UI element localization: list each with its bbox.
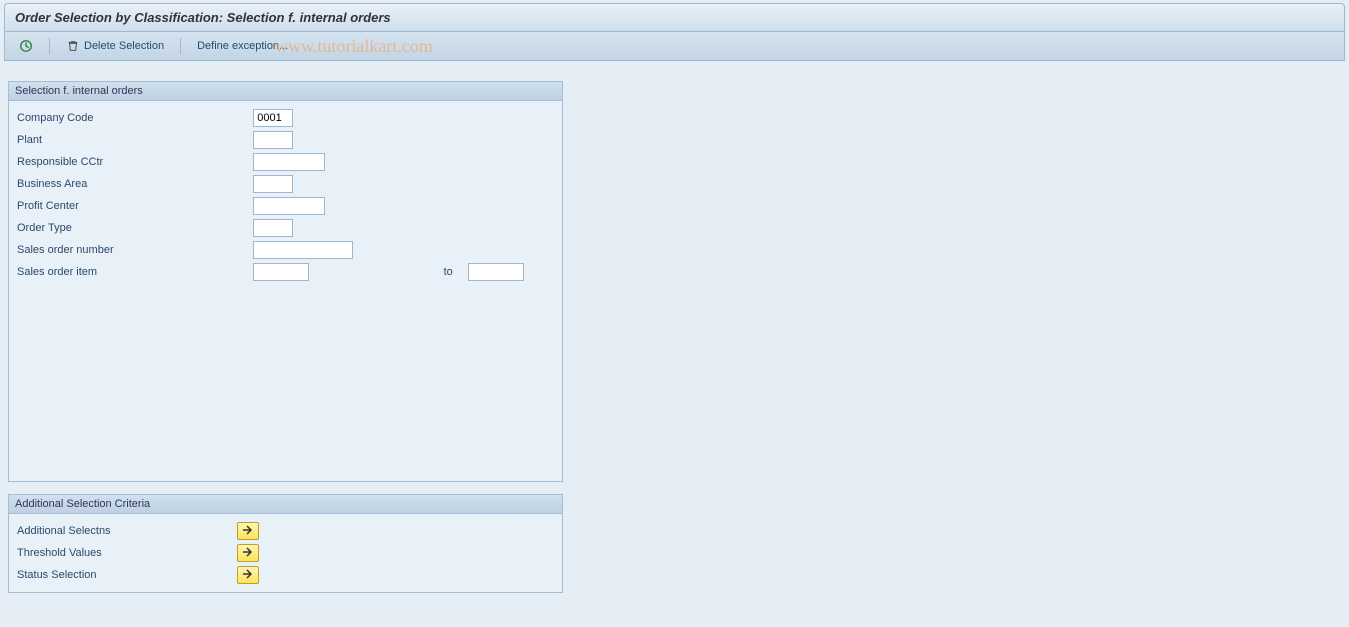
additional-criteria-panel: Additional Selection Criteria Additional… xyxy=(8,494,563,593)
arrow-right-icon xyxy=(242,547,254,560)
threshold-values-label: Threshold Values xyxy=(17,542,237,564)
additional-selectns-label: Additional Selectns xyxy=(17,520,237,542)
define-exception-button[interactable]: Define exception... xyxy=(193,38,292,54)
business-area-input[interactable] xyxy=(253,175,293,193)
plant-input[interactable] xyxy=(253,131,293,149)
internal-orders-panel-header: Selection f. internal orders xyxy=(9,82,562,101)
responsible-cctr-input[interactable] xyxy=(253,153,325,171)
profit-center-input[interactable] xyxy=(253,197,325,215)
profit-center-label: Profit Center xyxy=(17,195,253,217)
execute-icon xyxy=(19,39,33,53)
status-selection-label: Status Selection xyxy=(17,564,237,586)
sales-order-number-label: Sales order number xyxy=(17,239,253,261)
order-type-label: Order Type xyxy=(17,217,253,239)
business-area-label: Business Area xyxy=(17,173,253,195)
arrow-right-icon xyxy=(242,525,254,538)
execute-button[interactable] xyxy=(15,37,37,55)
arrow-right-icon xyxy=(242,569,254,582)
responsible-cctr-label: Responsible CCtr xyxy=(17,151,253,173)
additional-criteria-panel-header: Additional Selection Criteria xyxy=(9,495,562,514)
delete-selection-label: Delete Selection xyxy=(84,40,164,52)
toolbar-separator xyxy=(180,38,181,54)
delete-selection-button[interactable]: Delete Selection xyxy=(62,37,168,55)
define-exception-label: Define exception... xyxy=(197,40,288,52)
status-selection-button[interactable] xyxy=(237,566,259,584)
threshold-values-button[interactable] xyxy=(237,544,259,562)
sales-order-number-input[interactable] xyxy=(253,241,353,259)
internal-orders-panel: Selection f. internal orders Company Cod… xyxy=(8,81,563,482)
additional-selectns-button[interactable] xyxy=(237,522,259,540)
trash-icon xyxy=(66,39,80,53)
company-code-input[interactable] xyxy=(253,109,293,127)
plant-label: Plant xyxy=(17,129,253,151)
sales-order-item-from-input[interactable] xyxy=(253,263,309,281)
sales-order-item-to-input[interactable] xyxy=(468,263,524,281)
order-type-input[interactable] xyxy=(253,219,293,237)
page-title: Order Selection by Classification: Selec… xyxy=(4,3,1345,32)
sales-order-item-label: Sales order item xyxy=(17,261,253,283)
to-label: to xyxy=(404,261,468,283)
company-code-label: Company Code xyxy=(17,107,253,129)
toolbar-separator xyxy=(49,38,50,54)
application-toolbar: Delete Selection Define exception... xyxy=(4,32,1345,61)
